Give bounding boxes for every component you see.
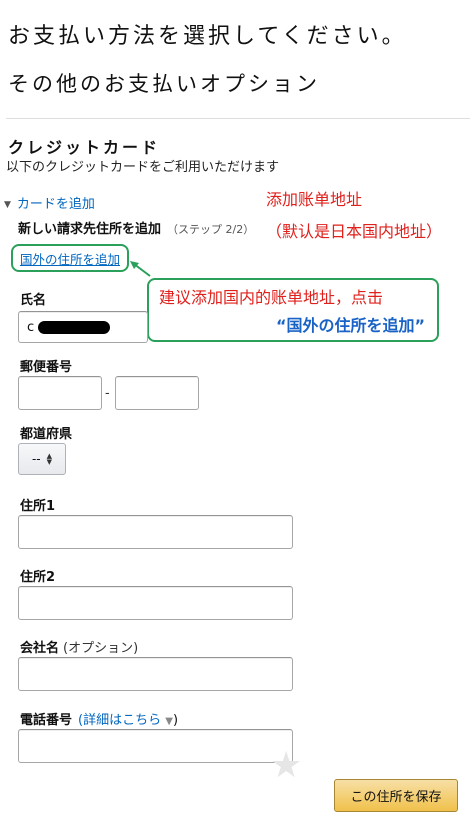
address2-input[interactable] <box>18 586 293 620</box>
postal-code-label: 郵便番号 <box>20 360 73 375</box>
address1-input[interactable] <box>18 515 293 549</box>
add-card-toggle[interactable]: ▼ カードを追加 <box>4 193 95 212</box>
callout-line-2: “国外の住所を追加” <box>275 316 425 335</box>
annotation-arrow <box>130 261 151 277</box>
name-value: c <box>27 319 35 335</box>
prefecture-value: -- <box>31 452 41 466</box>
phone-input[interactable] <box>18 729 293 763</box>
section-divider <box>6 118 470 119</box>
company-input[interactable] <box>18 657 293 691</box>
postal-code-second-input[interactable] <box>115 376 199 410</box>
page-title: お支払い方法を選択してください。 <box>8 24 407 49</box>
phone-label: 電話番号 (詳細はこちら ▼) <box>20 709 178 728</box>
caret-down-icon: ▼ <box>165 716 173 727</box>
name-input[interactable]: c <box>18 311 148 343</box>
name-label: 氏名 <box>20 293 47 308</box>
triangle-down-icon: ▼ <box>4 200 11 210</box>
new-billing-address-title: 新しい請求先住所を追加 （ステップ 2/2） <box>18 218 254 237</box>
credit-card-heading: クレジットカード <box>8 138 161 157</box>
phone-label-text: 電話番号 <box>20 713 73 728</box>
annotation-default-japan-address: （默认是日本国内地址） <box>264 218 443 242</box>
postal-code-dash: - <box>105 386 110 401</box>
annotation-add-billing-address: 添加账单地址 <box>266 190 363 209</box>
phone-details-link[interactable]: (詳細はこちら ▼ <box>78 713 173 728</box>
add-foreign-address-link[interactable]: 国外の住所を追加 <box>11 244 129 272</box>
credit-card-description: 以下のクレジットカードをご利用いただけます <box>6 160 280 175</box>
new-address-title-text: 新しい請求先住所を追加 <box>18 222 162 237</box>
star-watermark-icon: ★ <box>270 745 303 786</box>
company-label-text: 会社名 <box>20 641 60 656</box>
callout-line-1: 建议添加国内的账单地址，点击 <box>159 288 384 307</box>
phone-details-close: ) <box>172 713 179 728</box>
address1-label: 住所1 <box>20 499 56 514</box>
prefecture-label: 都道府県 <box>20 427 73 442</box>
phone-details-text: (詳細はこちら <box>78 713 162 728</box>
annotation-callout: 建议添加国内的账单地址，点击 “国外の住所を追加” <box>147 278 439 342</box>
up-down-arrows-icon: ▲ ▼ <box>46 452 53 466</box>
add-card-label: カードを追加 <box>16 197 95 212</box>
other-options-heading: その他のお支払いオプション <box>8 72 320 96</box>
step-indicator: （ステップ 2/2） <box>167 223 255 236</box>
address2-label: 住所2 <box>20 570 56 585</box>
company-label: 会社名 (オプション) <box>20 637 138 656</box>
prefecture-select[interactable]: -- ▲ ▼ <box>18 443 66 475</box>
postal-code-first-input[interactable] <box>18 376 102 410</box>
save-address-button[interactable]: この住所を保存 <box>334 779 458 812</box>
company-optional-note: (オプション) <box>63 641 139 656</box>
redaction-bar <box>38 320 111 334</box>
